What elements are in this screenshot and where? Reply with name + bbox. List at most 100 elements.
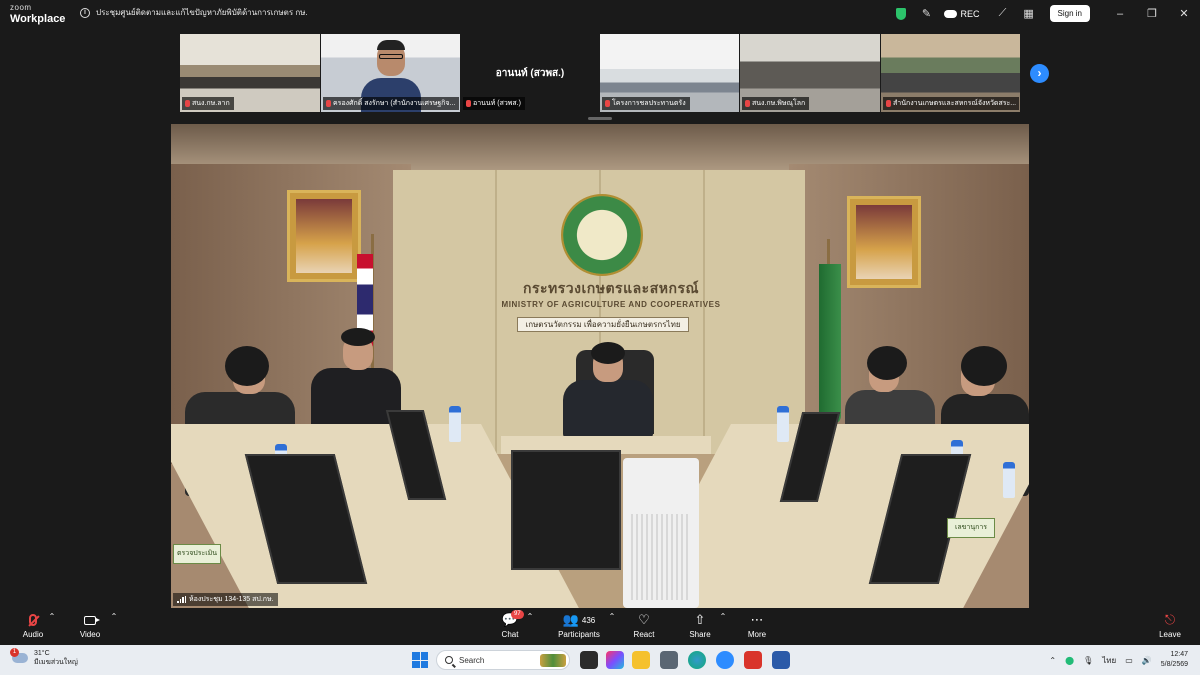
clock-time: 12:47 <box>1170 651 1188 658</box>
weather-description: มีเมฆส่วนใหญ่ <box>34 659 78 666</box>
meeting-toolbar: Audio ⌃ Video ⌃ 💬 97 Chat ⌃ 👥 436 Particip… <box>0 608 1200 645</box>
camera-icon <box>84 615 100 625</box>
apps-grid-icon[interactable]: ▦ <box>1016 0 1042 27</box>
tile-name-tag: โครงการชลประทานตรัง <box>602 97 690 110</box>
system-tray: ⌃ ⬤ 🎙 ไทย ▭ 🔊 12:47 5/8/2569 <box>1049 645 1188 675</box>
react-heart-icon: ♡ <box>638 612 650 627</box>
video-tile[interactable]: อานนท์ (สวพส.) อานนท์ (สวพส.) <box>461 34 599 112</box>
taskbar-search-box[interactable]: Search <box>436 650 570 670</box>
video-options-chevron-icon[interactable]: ⌃ <box>102 612 126 621</box>
tile-name: สำนักงานเกษตรและสหกรณ์จังหวัดสระ... <box>893 100 1017 107</box>
air-purifier <box>623 458 699 608</box>
leave-door-icon: ⎋ <box>1164 612 1176 627</box>
share-upload-icon: ⇧ <box>694 612 706 627</box>
word-icon[interactable] <box>772 651 790 669</box>
chevron-right-icon: › <box>1037 66 1042 80</box>
audio-options-chevron-icon[interactable]: ⌃ <box>40 612 64 621</box>
more-button[interactable]: ⋯ More <box>732 612 782 639</box>
leave-button[interactable]: ⎋ Leave <box>1145 612 1195 639</box>
tile-name-tag: สนง.กษ.พิษณุโลก <box>742 97 810 110</box>
file-explorer-icon[interactable] <box>632 651 650 669</box>
weather-widget[interactable]: 1 31°C มีเมฆส่วนใหญ่ <box>10 648 78 667</box>
network-icon[interactable]: ▭ <box>1125 656 1133 665</box>
meeting-title: ประชุมศูนย์ติดตามและแก้ไขปัญหาภัยพิบัติด… <box>96 8 308 17</box>
mic-muted-icon <box>185 100 190 107</box>
tile-name-tag: สำนักงานเกษตรและสหกรณ์จังหวัดสระ... <box>883 97 1019 110</box>
brand-top: zoom <box>10 3 32 12</box>
restore-button[interactable]: ❐ <box>1136 0 1168 27</box>
volume-icon[interactable]: 🔊 <box>1142 656 1152 665</box>
tile-name: ครองศักดิ์ สงรักษา (สำนักงานเศรษฐกิจ... <box>333 100 456 107</box>
nameplate: ตรวจประเมิน <box>173 544 221 564</box>
video-tile[interactable]: สนง.กษ.ลาก <box>180 34 320 112</box>
info-icon[interactable]: i <box>80 7 90 18</box>
meeting-info[interactable]: i ประชุมศูนย์ติดตามและแก้ไขปัญหาภัยพิบัต… <box>80 6 308 19</box>
video-tile[interactable]: สนง.กษ.พิษณุโลก <box>740 34 880 112</box>
mic-muted-icon <box>745 100 750 107</box>
windows-start-icon[interactable] <box>412 652 428 668</box>
mic-muted-icon <box>605 100 610 107</box>
leave-label: Leave <box>1159 630 1181 639</box>
video-tile[interactable]: ครองศักดิ์ สงรักษา (สำนักงานเศรษฐกิจ... <box>321 34 460 112</box>
more-dots-icon: ⋯ <box>750 612 764 627</box>
mic-muted-icon <box>466 100 471 107</box>
video-tile[interactable]: สำนักงานเกษตรและสหกรณ์จังหวัดสระ... <box>881 34 1020 112</box>
minimize-button[interactable]: – <box>1104 0 1136 27</box>
security-tray-icon[interactable]: ⬤ <box>1065 656 1074 665</box>
nameplate: เลขานุการ <box>947 518 995 538</box>
react-button[interactable]: ♡ React <box>619 612 669 639</box>
chat-options-chevron-icon[interactable]: ⌃ <box>518 612 542 621</box>
notes-icon[interactable]: ✎ <box>914 0 940 27</box>
water-bottle <box>777 406 789 442</box>
mic-muted-icon <box>326 100 331 107</box>
participants-button[interactable]: 👥 436 Participants <box>553 612 605 639</box>
tile-name-tag: อานนท์ (สวพส.) <box>463 97 525 110</box>
cloudy-weather-icon: 1 <box>10 648 28 663</box>
microphone-tray-icon[interactable]: 🎙 <box>1083 656 1093 665</box>
close-button[interactable]: ✕ <box>1168 0 1200 27</box>
react-label: React <box>633 630 655 639</box>
camera-app-icon[interactable] <box>660 651 678 669</box>
chairperson <box>563 342 653 438</box>
gallery-next-button[interactable]: › <box>1030 64 1049 83</box>
video-tile[interactable]: โครงการชลประทานตรัง <box>600 34 739 112</box>
titlebar-controls: ✎ REC ⟋ ▦ Sign in – ❐ ✕ <box>888 0 1200 27</box>
task-view-icon[interactable] <box>580 651 598 669</box>
royal-portrait-left <box>287 190 361 282</box>
tile-name-tag: ครองศักดิ์ สงรักษา (สำนักงานเศรษฐกิจ... <box>323 97 459 110</box>
participants-icon: 👥 <box>562 612 579 627</box>
annotate-icon[interactable]: ⟋ <box>990 0 1016 27</box>
floor-monitor <box>511 450 621 570</box>
cloud-recording-indicator[interactable]: REC <box>943 8 980 19</box>
zoom-app-icon[interactable] <box>716 651 734 669</box>
mic-muted-icon <box>886 100 891 107</box>
security-shield-icon[interactable] <box>888 0 914 27</box>
share-label: Share <box>689 630 711 639</box>
copilot-icon[interactable] <box>606 651 624 669</box>
sign-in-button[interactable]: Sign in <box>1049 5 1090 22</box>
search-icon <box>445 656 453 664</box>
zoom-workplace-logo: zoom Workplace <box>10 3 66 25</box>
brand-bottom: Workplace <box>10 13 66 25</box>
gallery-scroll-indicator[interactable] <box>588 117 612 120</box>
edge-browser-icon[interactable] <box>688 651 706 669</box>
taskbar-clock[interactable]: 12:47 5/8/2569 <box>1161 650 1188 670</box>
royal-portrait-right <box>847 196 921 288</box>
water-bottle <box>1003 462 1015 498</box>
tile-name-tag: สนง.กษ.ลาก <box>182 97 234 110</box>
tile-avatar-name: อานนท์ (สวพส.) <box>495 68 565 79</box>
clock-date: 5/8/2569 <box>1160 661 1188 668</box>
active-speaker-video[interactable]: กระทรวงเกษตรและสหกรณ์ MINISTRY OF AGRICU… <box>171 124 1029 608</box>
tile-name: อานนท์ (สวพส.) <box>473 100 521 107</box>
acrobat-icon[interactable] <box>744 651 762 669</box>
tray-overflow-chevron-icon[interactable]: ⌃ <box>1049 656 1056 665</box>
mic-muted-icon <box>29 614 37 626</box>
input-language[interactable]: ไทย <box>1102 654 1116 667</box>
tile-name: โครงการชลประทานตรัง <box>612 100 686 107</box>
ministry-flag <box>819 264 841 424</box>
rec-label: REC <box>960 8 980 19</box>
video-participant-name: ห้องประชุม 134-135 สป.กษ. <box>189 596 274 603</box>
video-label: Video <box>79 630 101 639</box>
search-placeholder: Search <box>459 655 485 665</box>
ministry-name-thai: กระทรวงเกษตรและสหกรณ์ <box>523 280 699 296</box>
